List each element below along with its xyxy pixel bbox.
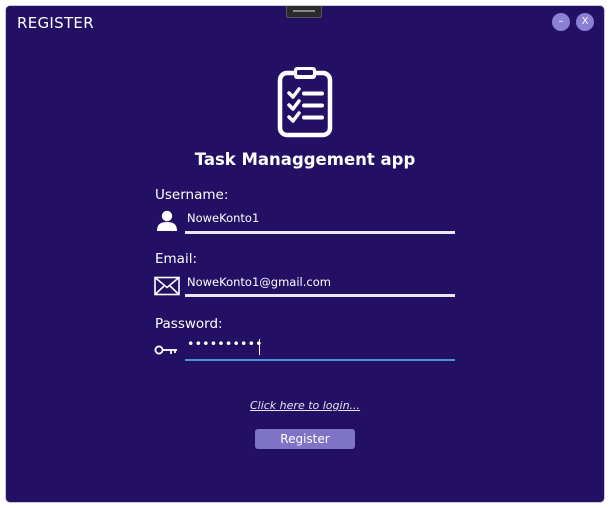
email-label: Email: bbox=[155, 251, 198, 267]
password-input[interactable]: •••••••••• bbox=[187, 336, 263, 351]
username-label: Username: bbox=[155, 187, 229, 203]
clipboard-checklist-icon bbox=[277, 67, 333, 138]
password-underline bbox=[185, 359, 455, 361]
close-button[interactable]: X bbox=[576, 13, 594, 31]
email-underline bbox=[185, 294, 455, 297]
password-label: Password: bbox=[155, 316, 223, 332]
register-window: REGISTER – X Task Managgement app Userna… bbox=[6, 6, 604, 502]
username-underline bbox=[185, 231, 455, 234]
user-icon bbox=[157, 210, 177, 231]
window-drag-handle[interactable] bbox=[286, 6, 322, 18]
envelope-icon bbox=[154, 276, 180, 296]
app-title: Task Managgement app bbox=[194, 150, 416, 169]
text-caret bbox=[259, 339, 260, 355]
email-input[interactable]: NoweKonto1@gmail.com bbox=[187, 275, 331, 289]
window-title: REGISTER bbox=[17, 14, 94, 32]
login-link[interactable]: Click here to login... bbox=[6, 399, 604, 412]
username-input[interactable]: NoweKonto1 bbox=[187, 211, 259, 225]
key-icon bbox=[154, 345, 177, 355]
minimize-button[interactable]: – bbox=[552, 13, 570, 31]
register-button[interactable]: Register bbox=[255, 429, 355, 449]
